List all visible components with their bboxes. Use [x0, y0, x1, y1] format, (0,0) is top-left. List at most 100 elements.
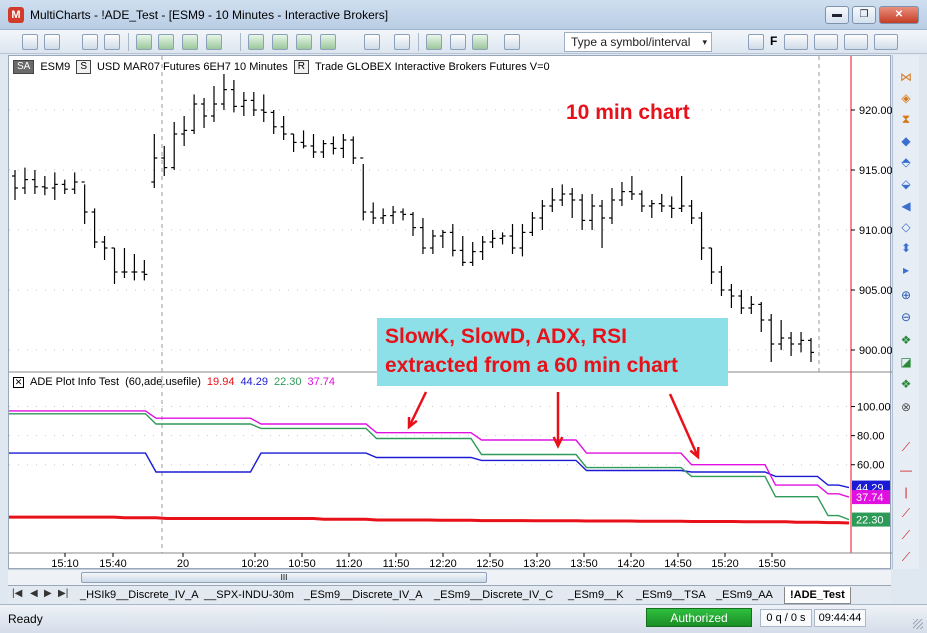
arrow-right-icon[interactable]: ◇ — [898, 220, 914, 234]
calendar-icon[interactable] — [394, 34, 410, 50]
format-window-icon[interactable] — [320, 34, 336, 50]
price-bar — [708, 247, 715, 284]
r-button[interactable]: R — [293, 60, 309, 74]
price-bar — [41, 176, 48, 196]
prev-tab-icon[interactable]: ◀ — [30, 588, 38, 599]
candlestick-icon[interactable] — [450, 34, 466, 50]
tab-esm9-aa[interactable]: _ESm9_AA — [716, 587, 773, 604]
tab-spx-indu-30m[interactable]: __SPX-INDU-30m — [204, 587, 294, 604]
data-window-icon[interactable] — [364, 34, 380, 50]
vertical-line-icon[interactable]: | — [898, 485, 914, 499]
price-bar — [151, 134, 158, 188]
price-bar — [81, 181, 88, 224]
tab-esm9-discrete-iv-a[interactable]: _ESm9__Discrete_IV_A — [304, 587, 423, 604]
price-tick-label: 900.00 — [859, 345, 892, 357]
price-tick-label: 915.00 — [859, 165, 892, 177]
channel-icon[interactable]: ⟋ — [898, 506, 914, 520]
layers-icon[interactable]: ◪ — [898, 355, 914, 369]
price-bar — [549, 188, 556, 212]
scroll-thumb[interactable]: III — [81, 572, 487, 583]
chart-window-icon[interactable] — [136, 34, 152, 50]
restore-button[interactable]: ❐ — [852, 6, 876, 24]
arrow-adx — [668, 393, 700, 460]
zoom-x-icon[interactable]: ⋈ — [898, 70, 914, 84]
chart-canvas[interactable]: 920.00 915.00 910.00 905.00 900.00 100.00 80.… — [9, 56, 892, 570]
price-tick-label: 905.00 — [859, 285, 892, 297]
shift-down-2-icon[interactable]: ⬙ — [898, 177, 914, 191]
main-toolbar: Type a symbol/interval ▾ F — [0, 30, 927, 54]
next-tab-icon[interactable]: ▶ — [44, 588, 52, 599]
mdi-minimize-icon[interactable] — [814, 34, 838, 50]
horizontal-scrollbar[interactable]: III — [8, 569, 891, 585]
minimize-button[interactable]: ▬ — [825, 6, 849, 24]
price-bar — [798, 332, 805, 353]
eye-icon[interactable]: ⊗ — [898, 400, 914, 414]
horizontal-line-icon[interactable]: — — [898, 463, 914, 477]
chart-info-row: SA ESM9 S USD MAR07 Futures 6EH7 10 Minu… — [13, 59, 550, 75]
first-tab-icon[interactable]: |◀ — [12, 588, 22, 599]
format-icon[interactable] — [748, 34, 764, 50]
new-file-icon[interactable] — [22, 34, 38, 50]
format-symbol-icon[interactable] — [296, 34, 312, 50]
toolbar-separator — [240, 33, 241, 51]
authorized-badge: Authorized — [646, 608, 752, 627]
arrow-left-icon[interactable]: ◀ — [898, 199, 914, 213]
zoom-out-icon[interactable]: ⊖ — [898, 310, 914, 324]
annotation-title: 10 min chart — [566, 101, 690, 124]
resize-grip-icon[interactable] — [913, 619, 923, 629]
tab-ade-test[interactable]: !ADE_Test — [784, 587, 851, 604]
check-icon[interactable] — [472, 34, 488, 50]
tab-hsik9-discrete-iv-a[interactable]: _HSIk9__Discrete_IV_A — [80, 587, 199, 604]
grid-icon[interactable]: ❖ — [898, 333, 914, 347]
indicator-value-1: 19.94 — [206, 376, 235, 388]
indicator-name: ADE Plot Info Test — [30, 376, 120, 388]
price-bar — [270, 110, 277, 134]
price-bar — [380, 208, 387, 224]
quote-window-icon[interactable] — [158, 34, 174, 50]
arrow-slowk — [407, 391, 428, 430]
cursor-arrow-icon[interactable] — [504, 34, 520, 50]
symbol-input[interactable]: Type a symbol/interval ▾ — [564, 32, 712, 52]
price-bar — [489, 230, 496, 248]
bar-chart-icon[interactable] — [426, 34, 442, 50]
s-button[interactable]: S — [76, 60, 91, 74]
chart-window[interactable]: 920.00 915.00 910.00 905.00 900.00 100.00 80.… — [8, 55, 892, 570]
price-bar — [419, 218, 426, 254]
open-folder-icon[interactable] — [44, 34, 60, 50]
fib-icon[interactable]: ⟋ — [898, 528, 914, 542]
shift-down-icon[interactable]: ⬘ — [898, 155, 914, 169]
hourglass-icon[interactable]: ⧗ — [898, 112, 914, 126]
chevron-down-icon[interactable]: ▾ — [702, 33, 707, 51]
tab-esm9-discrete-iv-c[interactable]: _ESm9__Discrete_IV_C — [434, 587, 553, 604]
expand-icon[interactable]: ⬍ — [898, 241, 914, 255]
ray-icon[interactable]: ⟋ — [898, 550, 914, 564]
indicator-line-1 — [9, 515, 850, 525]
insert-study-icon[interactable] — [248, 34, 264, 50]
shift-up-icon[interactable]: ◆ — [898, 134, 914, 148]
toolbar-separator — [418, 33, 419, 51]
close-icon[interactable]: ✕ — [13, 376, 24, 388]
compress-icon[interactable]: ▸ — [898, 263, 914, 277]
dom-window-icon[interactable] — [206, 34, 222, 50]
last-tab-icon[interactable]: ▶| — [58, 588, 68, 599]
mdi-maximize-icon[interactable] — [844, 34, 868, 50]
indicator-line-2 — [9, 452, 850, 489]
multicharts-logo-icon: M — [8, 7, 24, 23]
insert-drawing-icon[interactable] — [272, 34, 288, 50]
scanner-window-icon[interactable] — [182, 34, 198, 50]
price-bar — [61, 179, 68, 194]
grid-2-icon[interactable]: ❖ — [898, 377, 914, 391]
sa-button[interactable]: SA — [13, 60, 35, 74]
price-bar — [51, 172, 58, 200]
save-icon[interactable] — [82, 34, 98, 50]
mdi-close-icon[interactable] — [874, 34, 898, 50]
close-button[interactable]: ✕ — [879, 6, 919, 24]
zoom-in-icon[interactable]: ⊕ — [898, 288, 914, 302]
scroll-icon[interactable]: ◈ — [898, 91, 914, 105]
trendline-icon[interactable]: ⟋ — [898, 440, 914, 454]
print-icon[interactable] — [104, 34, 120, 50]
mdi-restore-icon[interactable] — [784, 34, 808, 50]
tab-esm9-tsa[interactable]: _ESm9__TSA — [636, 587, 706, 604]
price-bar — [340, 134, 347, 158]
tab-esm9-k[interactable]: _ESm9__K — [568, 587, 624, 604]
